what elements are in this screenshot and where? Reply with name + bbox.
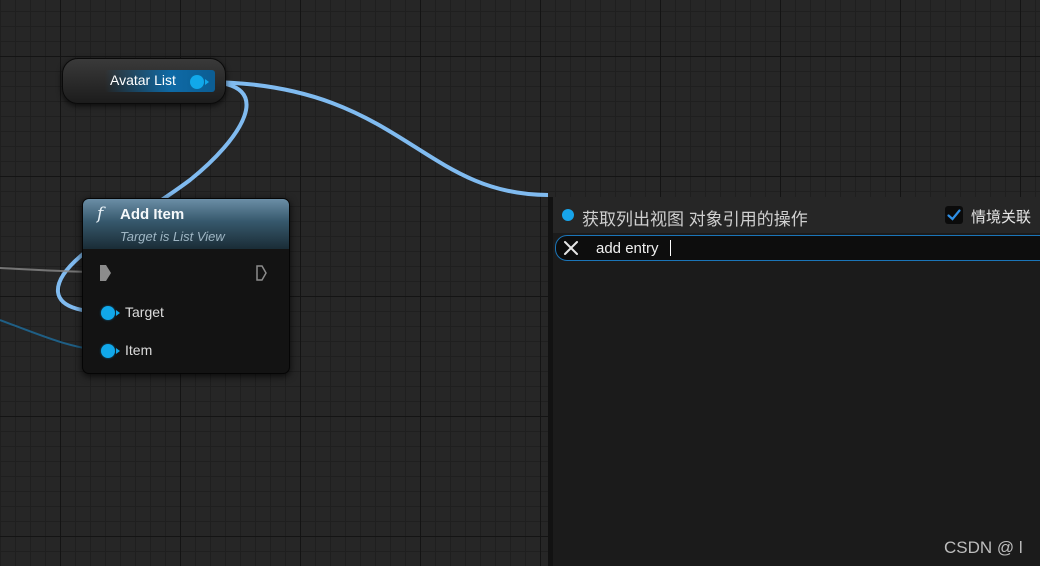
function-node-subtitle: Target is List View	[120, 229, 225, 244]
action-search-input[interactable]	[596, 237, 1036, 259]
checkmark-icon	[947, 209, 961, 221]
context-sensitive-checkbox[interactable]	[945, 206, 963, 224]
function-icon: f	[97, 204, 104, 224]
action-menu-title: 获取列出视图 对象引用的操作	[582, 210, 808, 229]
add-item-function-node[interactable]: f Add Item Target is List View Target It…	[82, 198, 290, 374]
clear-search-icon[interactable]	[562, 239, 580, 257]
exec-input-pin[interactable]	[100, 265, 111, 281]
watermark-text: CSDN @ l	[944, 538, 1023, 557]
variable-node-label: Avatar List	[110, 72, 176, 88]
item-input-pin[interactable]	[101, 344, 120, 358]
function-node-title: Add Item	[120, 206, 185, 223]
item-pin-label: Item	[125, 342, 153, 358]
avatar-list-output-pin[interactable]	[190, 75, 209, 89]
action-search-box[interactable]	[555, 235, 1040, 261]
avatar-list-to-menu-wire	[204, 80, 549, 197]
target-pin-label: Target	[125, 304, 164, 320]
action-menu-panel: 获取列出视图 对象引用的操作 情境关联	[548, 197, 1040, 566]
target-input-pin[interactable]	[101, 306, 120, 320]
context-sensitive-label: 情境关联	[971, 209, 1032, 226]
exec-output-pin[interactable]	[256, 265, 267, 281]
avatar-list-variable-node[interactable]: Avatar List	[62, 58, 226, 104]
action-menu-header: 获取列出视图 对象引用的操作 情境关联	[553, 197, 1040, 233]
text-caret	[670, 240, 671, 256]
function-node-header: f Add Item Target is List View	[83, 199, 289, 249]
context-pin-icon	[562, 209, 574, 221]
